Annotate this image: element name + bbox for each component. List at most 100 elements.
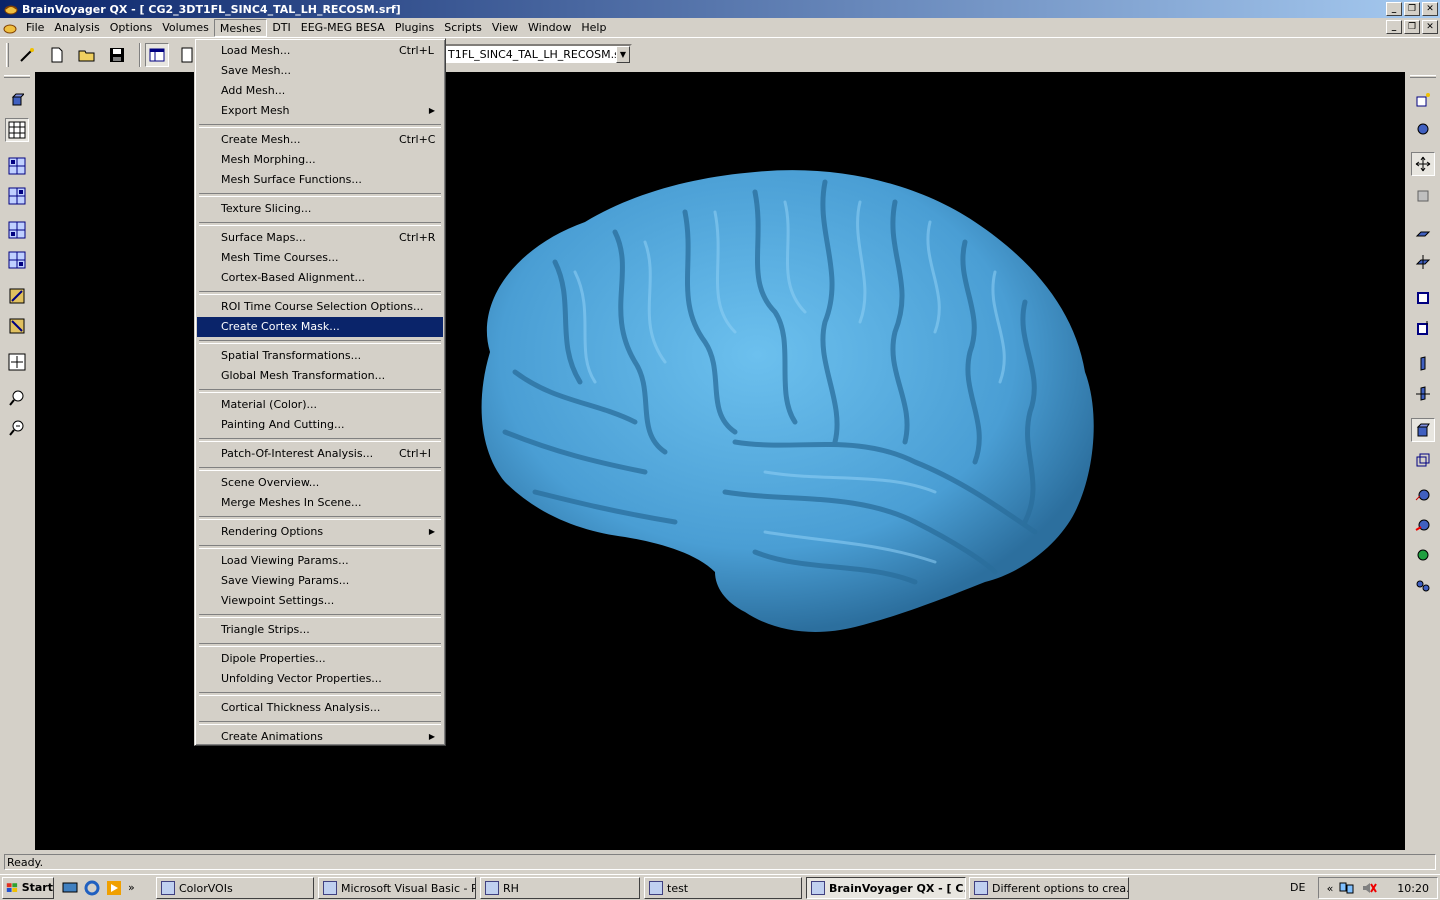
menu-item-texture-slicing[interactable]: Texture Slicing...	[197, 199, 443, 219]
menu-item-triangle-strips[interactable]: Triangle Strips...	[197, 620, 443, 640]
menu-item-add-mesh[interactable]: Add Mesh...	[197, 81, 443, 101]
save-button[interactable]	[105, 43, 129, 67]
show-desktop-icon[interactable]	[62, 881, 78, 895]
menu-item-export-mesh[interactable]: Export Mesh ▶	[197, 101, 443, 121]
menu-item-cortical-thickness-analysis[interactable]: Cortical Thickness Analysis...	[197, 698, 443, 718]
mdi-restore-button[interactable]: ❐	[1404, 20, 1420, 34]
menu-item-scene-overview[interactable]: Scene Overview...	[197, 473, 443, 493]
menu-meshes[interactable]: Meshes	[213, 18, 268, 37]
menu-item-global-mesh-transformation[interactable]: Global Mesh Transformation...	[197, 366, 443, 386]
right-head-tool-2[interactable]	[1411, 514, 1435, 538]
right-slab-arrow-button[interactable]	[1411, 382, 1435, 406]
taskbar-button[interactable]: Microsoft Visual Basic - R...	[318, 877, 476, 899]
menu-item-create-animations[interactable]: Create Animations ▶	[197, 727, 443, 747]
taskbar-button[interactable]: BrainVoyager QX - [ C...	[806, 877, 966, 899]
wizard-button[interactable]	[15, 43, 39, 67]
menu-item-rendering-options[interactable]: Rendering Options ▶	[197, 522, 443, 542]
media-player-icon[interactable]	[106, 880, 122, 896]
menu-scripts[interactable]: Scripts	[439, 19, 487, 37]
menu-plugins[interactable]: Plugins	[390, 19, 439, 37]
menu-item-viewpoint-settings[interactable]: Viewpoint Settings...	[197, 591, 443, 611]
right-move-button[interactable]	[1411, 152, 1435, 176]
menu-item-load-mesh[interactable]: Load Mesh... Ctrl+L	[197, 41, 443, 61]
left-crosshair-button[interactable]	[5, 350, 29, 374]
left-all-view-button[interactable]	[5, 248, 29, 272]
menu-item-roi-time-course-selection-options[interactable]: ROI Time Course Selection Options...	[197, 297, 443, 317]
restore-button[interactable]: ❐	[1404, 2, 1420, 16]
brainvoyager-app-icon[interactable]	[4, 2, 18, 16]
menu-item-cortex-based-alignment[interactable]: Cortex-Based Alignment...	[197, 268, 443, 288]
menu-analysis[interactable]: Analysis	[49, 19, 104, 37]
right-head-tool-3[interactable]	[1411, 544, 1435, 568]
menu-window[interactable]: Window	[523, 19, 576, 37]
left-tool-button-2[interactable]	[5, 314, 29, 338]
right-rotate-button[interactable]	[1411, 184, 1435, 208]
taskbar-button[interactable]: RH	[480, 877, 640, 899]
menu-item-mesh-time-courses[interactable]: Mesh Time Courses...	[197, 248, 443, 268]
menu-item-painting-and-cutting[interactable]: Painting And Cutting...	[197, 415, 443, 435]
menu-item-save-mesh[interactable]: Save Mesh...	[197, 61, 443, 81]
right-wire-cube-button[interactable]	[1411, 448, 1435, 472]
open-button[interactable]	[75, 43, 99, 67]
tray-expand-chevron-icon[interactable]: «	[1327, 882, 1334, 895]
menu-help[interactable]: Help	[576, 19, 611, 37]
new-button[interactable]	[45, 43, 69, 67]
start-button[interactable]: Start	[2, 876, 54, 899]
menu-item-load-viewing-params[interactable]: Load Viewing Params...	[197, 551, 443, 571]
mdi-close-button[interactable]: ✕	[1422, 20, 1438, 34]
right-solid-cube-button[interactable]	[1411, 418, 1435, 442]
clock[interactable]: 10:20	[1397, 882, 1429, 895]
layout-button[interactable]	[145, 43, 169, 67]
left-sag-view-button[interactable]	[5, 154, 29, 178]
right-box-arrow-button[interactable]	[1411, 316, 1435, 340]
right-plane-button-1[interactable]	[1411, 222, 1435, 246]
right-head-tool-4[interactable]	[1411, 574, 1435, 598]
toolbar-grip[interactable]	[6, 43, 9, 67]
menu-item-create-cortex-mask[interactable]: Create Cortex Mask...	[197, 317, 443, 337]
menu-view[interactable]: View	[487, 19, 523, 37]
left-tool-button-1[interactable]	[5, 284, 29, 308]
menu-item-merge-meshes-in-scene[interactable]: Merge Meshes In Scene...	[197, 493, 443, 513]
right-light-button[interactable]	[1411, 88, 1435, 112]
menu-item-dipole-properties[interactable]: Dipole Properties...	[197, 649, 443, 669]
menu-eeg-meg-besa[interactable]: EEG-MEG BESA	[296, 19, 390, 37]
taskbar-button[interactable]: ColorVOIs	[156, 877, 314, 899]
volume-muted-icon[interactable]	[1361, 881, 1378, 895]
left-tra-view-button[interactable]	[5, 218, 29, 242]
taskbar-button[interactable]: Different options to crea...	[969, 877, 1129, 899]
left-toolbar-grip[interactable]	[4, 75, 30, 78]
left-3d-view-button[interactable]	[5, 88, 29, 112]
mdi-minimize-button[interactable]: _	[1386, 20, 1402, 34]
right-toolbar-grip[interactable]	[1410, 75, 1436, 78]
menu-item-save-viewing-params[interactable]: Save Viewing Params...	[197, 571, 443, 591]
menu-item-spatial-transformations[interactable]: Spatial Transformations...	[197, 346, 443, 366]
menu-item-surface-maps[interactable]: Surface Maps... Ctrl+R	[197, 228, 443, 248]
menu-volumes[interactable]: Volumes	[157, 19, 214, 37]
menu-item-unfolding-vector-properties[interactable]: Unfolding Vector Properties...	[197, 669, 443, 689]
menu-file[interactable]: File	[21, 19, 49, 37]
menu-options[interactable]: Options	[105, 19, 157, 37]
left-zoom-in-button[interactable]	[5, 386, 29, 410]
menu-dti[interactable]: DTI	[267, 19, 295, 37]
quick-launch-chevron-icon[interactable]: »	[128, 881, 135, 894]
network-icon[interactable]	[1339, 881, 1355, 895]
menu-item-mesh-morphing[interactable]: Mesh Morphing...	[197, 150, 443, 170]
menu-item-patch-of-interest-analysis[interactable]: Patch-Of-Interest Analysis... Ctrl+I	[197, 444, 443, 464]
left-cor-view-button[interactable]	[5, 184, 29, 208]
right-head-button[interactable]	[1411, 118, 1435, 142]
language-indicator[interactable]: DE	[1290, 881, 1305, 894]
right-plane-button-2[interactable]	[1411, 250, 1435, 274]
internet-explorer-icon[interactable]	[84, 880, 100, 896]
menu-item-create-mesh[interactable]: Create Mesh... Ctrl+C	[197, 130, 443, 150]
combo-dropdown-arrow[interactable]: ▼	[616, 46, 630, 63]
left-grid-view-button[interactable]	[5, 118, 29, 142]
document-system-icon[interactable]	[2, 21, 18, 35]
taskbar-button[interactable]: test	[644, 877, 802, 899]
minimize-button[interactable]: _	[1386, 2, 1402, 16]
right-box-button[interactable]	[1411, 286, 1435, 310]
right-head-tool-1[interactable]	[1411, 484, 1435, 508]
right-slab-button[interactable]	[1411, 352, 1435, 376]
menu-item-mesh-surface-functions[interactable]: Mesh Surface Functions...	[197, 170, 443, 190]
left-zoom-out-button[interactable]	[5, 416, 29, 440]
close-button[interactable]: ✕	[1422, 2, 1438, 16]
